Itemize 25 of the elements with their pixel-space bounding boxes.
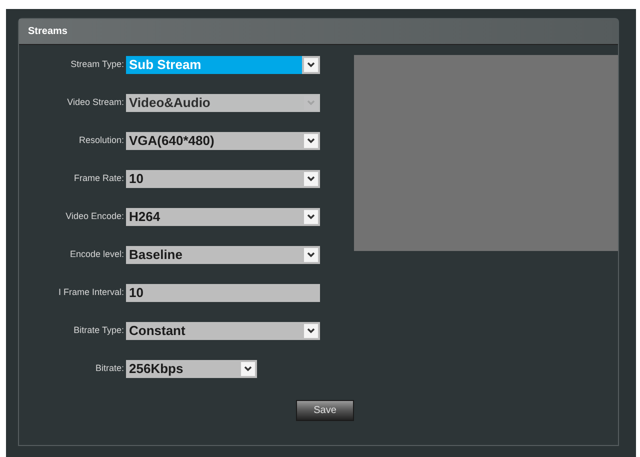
chevron-down-icon[interactable] [304, 134, 318, 148]
input-field[interactable]: 10 [126, 284, 320, 302]
dropdown[interactable]: 10 [126, 170, 320, 188]
field-label: Frame Rate: [72, 172, 125, 186]
field-label: Stream Type: [70, 58, 125, 72]
dropdown[interactable]: 256Kbps [126, 360, 257, 378]
chevron-down-icon[interactable] [241, 362, 255, 376]
field-label: Bitrate: [94, 362, 125, 376]
panel-title: Streams [28, 25, 68, 39]
field-label: Video Stream: [66, 96, 125, 110]
save-button[interactable]: Save [296, 400, 354, 421]
field-label: Bitrate Type: [72, 324, 125, 338]
field-label: Resolution: [78, 134, 125, 148]
field-label: Encode level: [68, 248, 125, 262]
dropdown[interactable]: Baseline [126, 246, 320, 264]
chevron-down-icon[interactable] [304, 58, 318, 72]
field-label: I Frame Interval: [57, 286, 125, 300]
dropdown[interactable]: VGA(640*480) [126, 132, 320, 150]
dropdown[interactable]: Constant [126, 322, 320, 340]
field-label: Video Encode: [64, 210, 125, 224]
chevron-down-icon[interactable] [304, 248, 318, 262]
chevron-down-icon[interactable] [304, 172, 318, 186]
chevron-down-icon[interactable] [304, 324, 318, 338]
chevron-down-icon[interactable] [304, 210, 318, 224]
dropdown[interactable]: H264 [126, 208, 320, 226]
